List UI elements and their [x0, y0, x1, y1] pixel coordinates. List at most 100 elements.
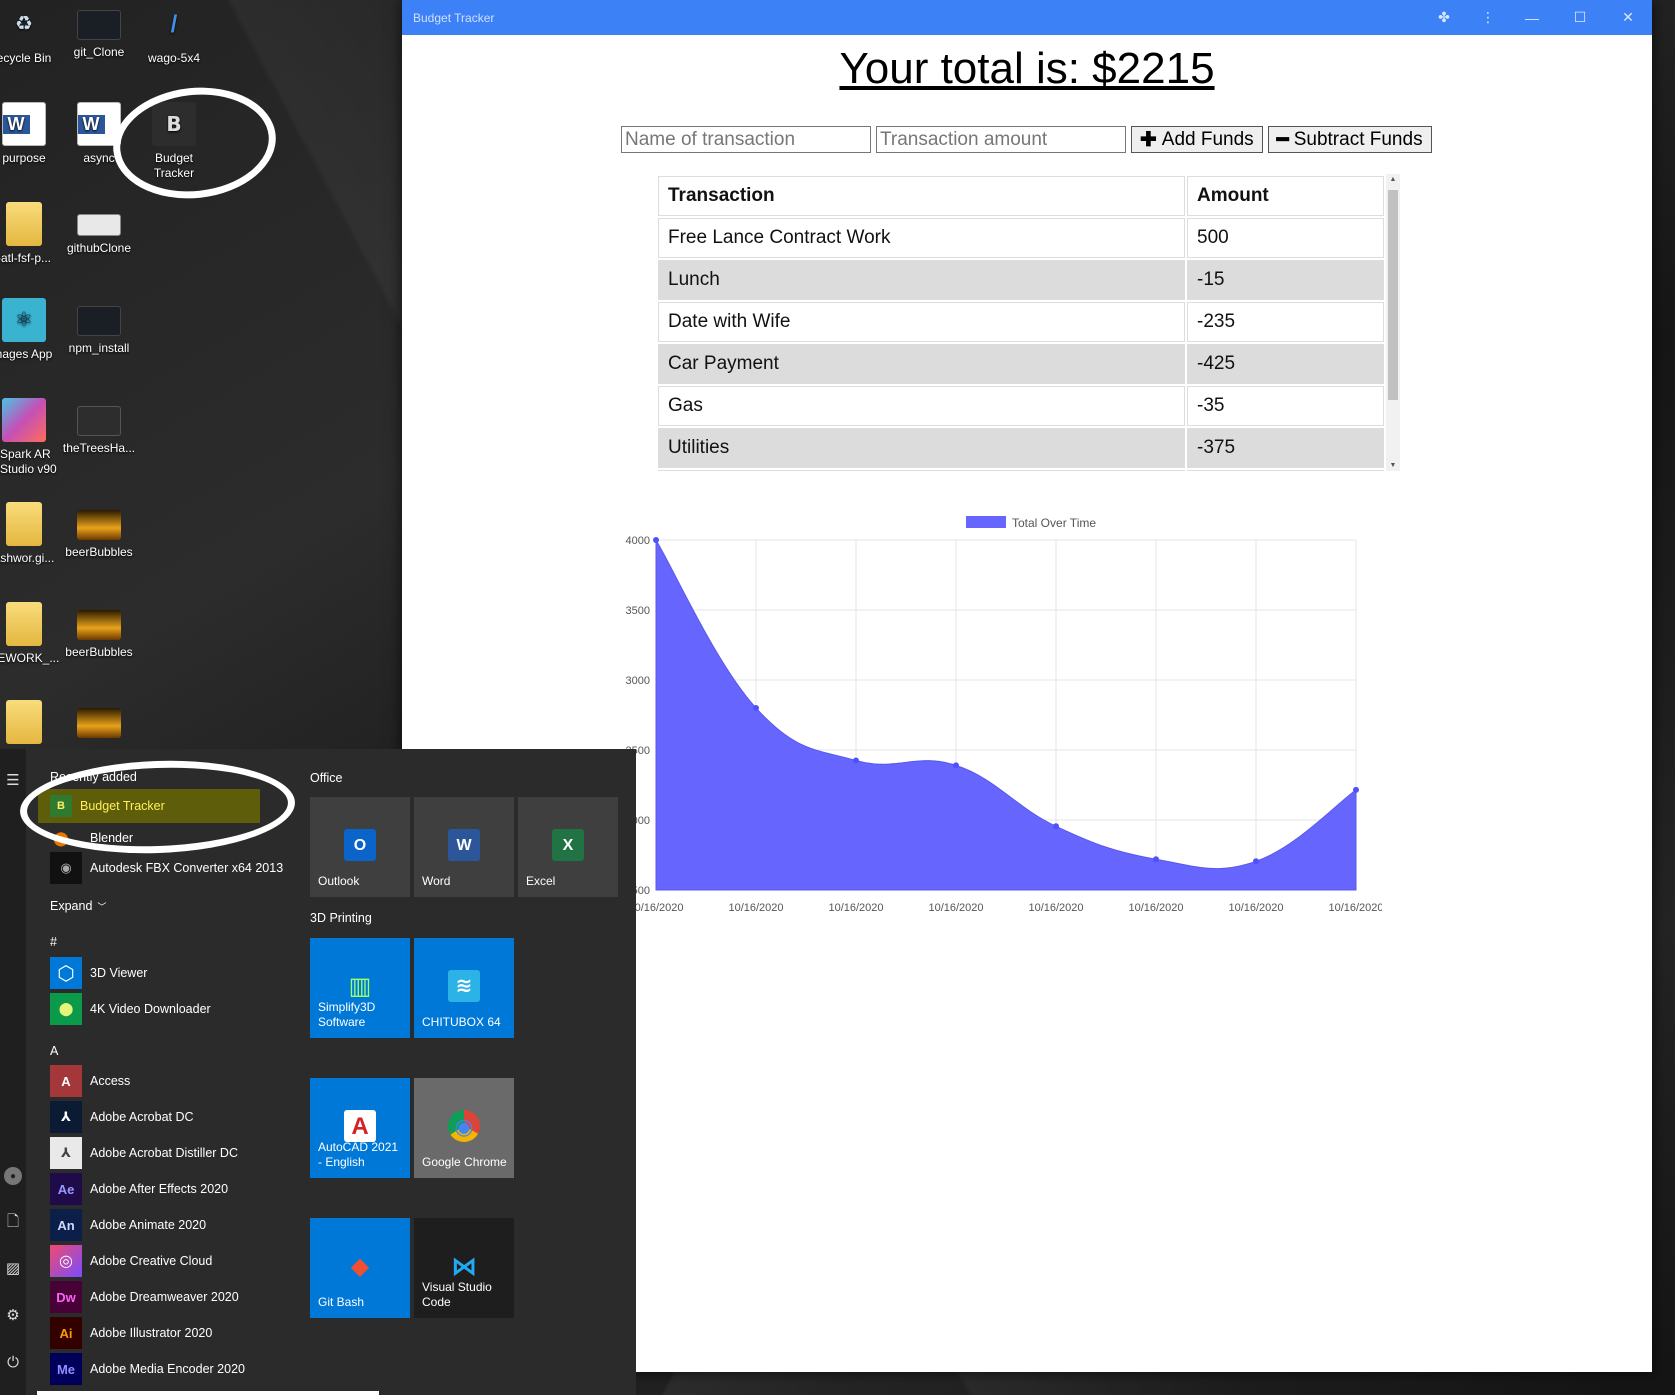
- extensions-icon[interactable]: ✤: [1420, 0, 1468, 35]
- desktop-icon-the-trees[interactable]: theTreesHa...: [51, 398, 147, 456]
- tile-outlook[interactable]: O Outlook: [310, 797, 410, 897]
- tile-google-chrome[interactable]: ◉ Google Chrome: [414, 1078, 514, 1178]
- subtract-funds-label: Subtract Funds: [1293, 128, 1423, 150]
- start-item-after-effects[interactable]: Ae Adobe After Effects 2020: [50, 1172, 290, 1206]
- data-point: [853, 757, 859, 764]
- hamburger-menu-icon[interactable]: ☰: [4, 771, 22, 789]
- chart-area-series: [655, 538, 1357, 891]
- y-tick-label: 3000: [626, 675, 650, 687]
- start-item-label: Adobe Creative Cloud: [90, 1254, 213, 1268]
- user-avatar-icon[interactable]: ●: [4, 1167, 22, 1185]
- section-header-hash[interactable]: #: [50, 935, 57, 949]
- start-item-access[interactable]: A Access: [50, 1064, 290, 1098]
- desktop-icon-beer-bubbles-1[interactable]: beerBubbles: [51, 502, 147, 560]
- x-tick-label: 10/16/2020: [828, 902, 883, 914]
- tile-simplify3d[interactable]: ▥ Simplify3D Software: [310, 938, 410, 1038]
- tile-group-office[interactable]: Office: [310, 771, 342, 785]
- data-point: [953, 762, 959, 769]
- total-over-time-chart: 400035003000250020001500 10/16/2020 10/16…: [626, 516, 1382, 914]
- transaction-name-input[interactable]: [621, 126, 871, 153]
- transaction-name-cell: Car Payment: [658, 344, 1185, 384]
- desktop-icon-beer-bubbles-2[interactable]: beerBubbles: [51, 602, 147, 660]
- tile-label: Visual Studio Code: [422, 1280, 492, 1309]
- transaction-amount-cell: -15: [1187, 260, 1384, 300]
- transaction-name-cell: Utilities: [658, 428, 1185, 468]
- scroll-up-arrow-icon[interactable]: ▲: [1386, 176, 1400, 183]
- data-point: [1053, 823, 1059, 830]
- start-item-creative-cloud[interactable]: ◎ Adobe Creative Cloud: [50, 1244, 290, 1278]
- window-title: Budget Tracker: [413, 10, 495, 25]
- tile-vscode[interactable]: ⋈ Visual Studio Code: [414, 1218, 514, 1318]
- desktop-icon-label: npm_install: [68, 341, 130, 355]
- tile-autocad[interactable]: A AutoCAD 2021 - English: [310, 1078, 410, 1178]
- file-icon: [77, 306, 121, 336]
- start-item-label: Access: [90, 1074, 131, 1088]
- tile-word[interactable]: W Word: [414, 797, 514, 897]
- start-item-4k-video-downloader[interactable]: ⬤ 4K Video Downloader: [50, 992, 290, 1026]
- scrollbar-thumb[interactable]: [1388, 190, 1398, 400]
- tile-label: Google Chrome: [422, 1155, 507, 1169]
- data-point: [653, 537, 659, 543]
- start-item-media-encoder[interactable]: Me Adobe Media Encoder 2020: [50, 1352, 290, 1386]
- simplify3d-icon: ▥: [348, 972, 372, 1000]
- start-item-label: Autodesk FBX Converter x64 2013: [90, 861, 284, 875]
- pictures-icon[interactable]: ▨: [4, 1259, 22, 1277]
- transaction-name-cell: Lunch: [658, 260, 1185, 300]
- video-icon: [77, 510, 121, 540]
- after-effects-icon: Ae: [50, 1173, 82, 1205]
- start-item-acrobat-distiller[interactable]: ⅄ Adobe Acrobat Distiller DC: [50, 1136, 290, 1170]
- tile-excel[interactable]: X Excel: [518, 797, 618, 897]
- start-item-fbx-converter[interactable]: ◉ Autodesk FBX Converter x64 2013: [50, 851, 290, 885]
- illustrator-icon: Ai: [50, 1317, 82, 1349]
- start-item-label: Adobe Media Encoder 2020: [90, 1362, 245, 1376]
- expand-button[interactable]: Expand ﹀: [50, 889, 130, 923]
- 4k-video-downloader-icon: ⬤: [50, 993, 82, 1025]
- power-icon[interactable]: ⏻: [4, 1353, 22, 1371]
- documents-icon[interactable]: 🗋: [4, 1213, 22, 1232]
- table-row: Date with Wife -235: [658, 302, 1384, 342]
- transaction-name-cell: Free Lance Contract Work: [658, 218, 1185, 258]
- start-item-dreamweaver[interactable]: Dw Adobe Dreamweaver 2020: [50, 1280, 290, 1314]
- maximize-button[interactable]: ☐: [1556, 0, 1604, 35]
- tile-label: Excel: [526, 874, 556, 888]
- animate-icon: An: [50, 1209, 82, 1241]
- 3d-viewer-icon: ⬡: [50, 957, 82, 989]
- folder-icon: [6, 700, 42, 744]
- scroll-down-arrow-icon[interactable]: ▼: [1386, 462, 1400, 469]
- y-tick-label: 4000: [626, 535, 650, 547]
- start-item-acrobat-dc[interactable]: ⅄ Adobe Acrobat DC: [50, 1100, 290, 1134]
- desktop-icon-npm-install[interactable]: npm_install: [51, 298, 147, 356]
- desktop-icon-video[interactable]: [51, 700, 147, 743]
- desktop-icon-wago[interactable]: / wago-5x4: [126, 2, 222, 66]
- table-scrollbar[interactable]: ▲ ▼: [1386, 174, 1400, 471]
- tile-label: Git Bash: [318, 1295, 365, 1309]
- tile-group-3d-printing[interactable]: 3D Printing: [310, 911, 372, 925]
- tile-chitubox[interactable]: ≋ CHITUBOX 64: [414, 938, 514, 1038]
- transaction-amount-input[interactable]: [876, 126, 1126, 153]
- legend-swatch: [966, 516, 1006, 528]
- settings-gear-icon[interactable]: ⚙: [4, 1306, 22, 1324]
- add-funds-button[interactable]: ✚ Add Funds: [1131, 126, 1263, 153]
- folder-icon: [6, 502, 42, 546]
- taskbar-accent-bar: [37, 1391, 379, 1395]
- x-tick-label: 10/16/2020: [628, 902, 683, 914]
- tile-label: AutoCAD 2021 - English: [318, 1140, 399, 1169]
- spark-ar-icon: [2, 398, 46, 442]
- chart-legend[interactable]: Total Over Time: [966, 516, 1096, 530]
- desktop-icon-github-clone[interactable]: githubClone: [51, 202, 147, 256]
- start-item-3d-viewer[interactable]: ⬡ 3D Viewer: [50, 956, 290, 990]
- start-item-animate[interactable]: An Adobe Animate 2020: [50, 1208, 290, 1242]
- file-icon: [77, 406, 121, 436]
- title-bar[interactable]: Budget Tracker ✤ ⋮ — ☐ ✕: [402, 0, 1652, 35]
- minimize-button[interactable]: —: [1508, 0, 1556, 35]
- recycle-bin-icon: ♻: [15, 12, 33, 35]
- tile-git-bash[interactable]: ◆ Git Bash: [310, 1218, 410, 1318]
- x-tick-label: 10/16/2020: [1228, 902, 1283, 914]
- start-item-illustrator[interactable]: Ai Adobe Illustrator 2020: [50, 1316, 290, 1350]
- transaction-name-cell: Gas: [658, 386, 1185, 426]
- section-header-a[interactable]: A: [50, 1044, 58, 1058]
- menu-kebab-icon[interactable]: ⋮: [1468, 0, 1508, 35]
- table-row: Car Payment -425: [658, 344, 1384, 384]
- subtract-funds-button[interactable]: ━ Subtract Funds: [1267, 126, 1432, 153]
- close-button[interactable]: ✕: [1604, 0, 1652, 35]
